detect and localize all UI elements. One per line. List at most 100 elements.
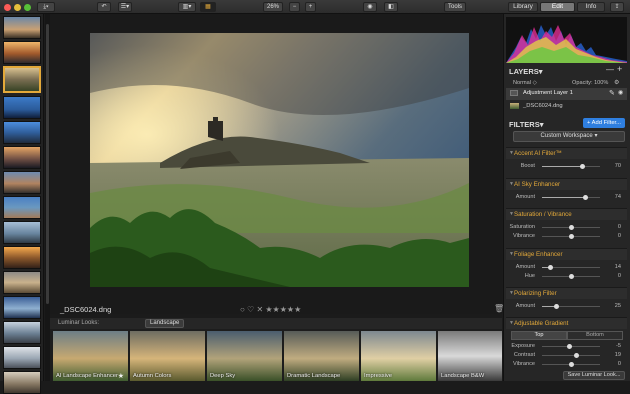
filmstrip-icon: ▦: [205, 4, 211, 10]
layer-thumb: [510, 103, 519, 109]
gradient-top-tab[interactable]: Top: [511, 331, 567, 340]
filter-saturation[interactable]: ▼ Saturation / Vibrance: [506, 208, 627, 220]
slider-knob[interactable]: [569, 274, 574, 279]
thumbnail[interactable]: [3, 41, 41, 64]
eye-icon[interactable]: ◉: [618, 89, 623, 96]
download-icon: ⤓▾: [43, 4, 49, 10]
share-button[interactable]: ⇪: [610, 2, 624, 12]
collapse-icon[interactable]: —: [606, 65, 614, 74]
thumbnail[interactable]: [3, 96, 41, 119]
filter-ai-sky[interactable]: ▼ AI Sky Enhancer: [506, 178, 627, 190]
main-photo[interactable]: [90, 33, 469, 287]
look-preset[interactable]: Dramatic Landscape: [284, 331, 359, 381]
minimize-window-button[interactable]: [14, 4, 21, 11]
slider-knob[interactable]: [548, 265, 553, 270]
tab-edit[interactable]: Edit: [540, 2, 575, 12]
slider-boost[interactable]: Boost 70: [506, 162, 627, 171]
looks-label: Luminar Looks:: [58, 320, 100, 326]
save-look-button[interactable]: Save Luminar Look...: [563, 371, 625, 380]
add-filter-button[interactable]: + Add Filter...: [583, 118, 625, 128]
looks-bar: Luminar Looks: Landscape: [50, 318, 502, 329]
brush-icon[interactable]: ✎: [609, 89, 615, 97]
view-menu-button[interactable]: ☰▾: [118, 2, 132, 12]
slider-knob[interactable]: [567, 344, 572, 349]
thumbnail-selected[interactable]: [3, 66, 41, 93]
import-button[interactable]: ⤓▾: [37, 2, 55, 12]
slider-gradient-vibrance[interactable]: Vibrance 0: [506, 360, 627, 369]
filter-foliage[interactable]: ▼ Foliage Enhancer: [506, 248, 627, 260]
close-window-button[interactable]: [4, 4, 11, 11]
filter-adjustable-gradient[interactable]: ▼ Adjustable Gradient: [506, 317, 627, 329]
workspace-select[interactable]: Custom Workspace ▾: [513, 131, 625, 142]
favorite-star-icon[interactable]: ★: [118, 372, 124, 380]
slider-knob[interactable]: [554, 304, 559, 309]
looks-strip: AI Landscape Enhancer ★ Autumn Colors Dee…: [50, 329, 502, 381]
filmstrip-toggle-button[interactable]: ▦: [200, 2, 216, 12]
slider-knob[interactable]: [574, 353, 579, 358]
slider-foliage-amount[interactable]: Amount 14: [506, 263, 627, 272]
compare-icon: ◧: [388, 4, 394, 10]
slider-knob[interactable]: [569, 234, 574, 239]
look-preset[interactable]: Landscape B&W: [438, 331, 502, 381]
filter-accent-ai[interactable]: ▼ Accent AI Filter™: [506, 147, 627, 159]
look-preset[interactable]: Deep Sky: [207, 331, 282, 381]
thumbnail[interactable]: [3, 146, 41, 169]
slider-hue[interactable]: Hue 0: [506, 272, 627, 281]
thumbnail[interactable]: [3, 296, 41, 319]
histogram: [506, 17, 627, 63]
layer-row-selected[interactable]: Adjustment Layer 1 ✎ ◉: [506, 88, 627, 100]
slider-knob[interactable]: [580, 164, 585, 169]
thumbnail[interactable]: [3, 221, 41, 244]
thumbnail[interactable]: [3, 371, 41, 394]
zoom-level[interactable]: 26%: [263, 2, 283, 12]
slider-saturation[interactable]: Saturation 0: [506, 223, 627, 232]
filmstrip: [0, 14, 44, 394]
add-layer-button[interactable]: +: [617, 64, 622, 74]
look-preset[interactable]: AI Landscape Enhancer ★: [53, 331, 128, 381]
slider-sky-amount[interactable]: Amount 74: [506, 193, 627, 202]
gear-icon[interactable]: ⚙: [614, 79, 619, 86]
slider-vibrance[interactable]: Vibrance 0: [506, 232, 627, 241]
slider-knob[interactable]: [569, 225, 574, 230]
back-button[interactable]: ↶: [97, 2, 111, 12]
looks-category-select[interactable]: Landscape: [145, 319, 185, 328]
zoom-in-button[interactable]: +: [305, 2, 316, 12]
look-preset[interactable]: Autumn Colors: [130, 331, 205, 381]
list-icon: ☰▾: [120, 4, 130, 10]
rating-controls[interactable]: ○ ♡ ✕ ★★★★★: [240, 305, 301, 314]
file-name: _DSC6024.dng: [60, 305, 112, 314]
slider-knob[interactable]: [583, 195, 588, 200]
slider-knob[interactable]: [569, 362, 574, 367]
thumbnail[interactable]: [3, 246, 41, 269]
thumbnail[interactable]: [3, 121, 41, 144]
panel-icon: ▥▾: [182, 4, 192, 10]
undo-icon: ↶: [101, 4, 107, 10]
gradient-bottom-tab[interactable]: Bottom: [567, 331, 623, 340]
thumbnail[interactable]: [3, 196, 41, 219]
preview-button[interactable]: ◉: [363, 2, 377, 12]
tab-library[interactable]: Library: [508, 2, 538, 12]
top-toolbar: ⤓▾ ↶ ☰▾ ▥▾ ▦ 26% − + ◉ ◧ Tools Library E…: [0, 0, 630, 14]
compare-button[interactable]: ◧: [384, 2, 398, 12]
filter-polarizing[interactable]: ▼ Polarizing Filter: [506, 287, 627, 299]
slider-contrast[interactable]: Contrast 19: [506, 351, 627, 360]
tab-info[interactable]: Info: [577, 2, 605, 12]
opacity-control[interactable]: Opacity: 100%: [572, 80, 608, 86]
layers-title[interactable]: LAYERS▾: [509, 67, 543, 76]
layer-row[interactable]: _DSC6024.dng: [506, 101, 627, 113]
zoom-out-button[interactable]: −: [289, 2, 300, 12]
thumbnail[interactable]: [3, 16, 41, 39]
eye-icon: ◉: [367, 4, 373, 10]
blend-mode-select[interactable]: Normal ◇: [513, 80, 537, 86]
look-preset[interactable]: Impressive: [361, 331, 436, 381]
thumbnail[interactable]: [3, 346, 41, 369]
slider-exposure[interactable]: Exposure -5: [506, 342, 627, 351]
thumbnail[interactable]: [3, 171, 41, 194]
slider-polarizing-amount[interactable]: Amount 25: [506, 302, 627, 311]
thumbnail[interactable]: [3, 271, 41, 294]
filters-title[interactable]: FILTERS▾: [509, 120, 543, 129]
sidebar-toggle-button[interactable]: ▥▾: [178, 2, 196, 12]
tools-menu-button[interactable]: Tools: [444, 2, 466, 12]
thumbnail[interactable]: [3, 321, 41, 344]
maximize-window-button[interactable]: [24, 4, 31, 11]
